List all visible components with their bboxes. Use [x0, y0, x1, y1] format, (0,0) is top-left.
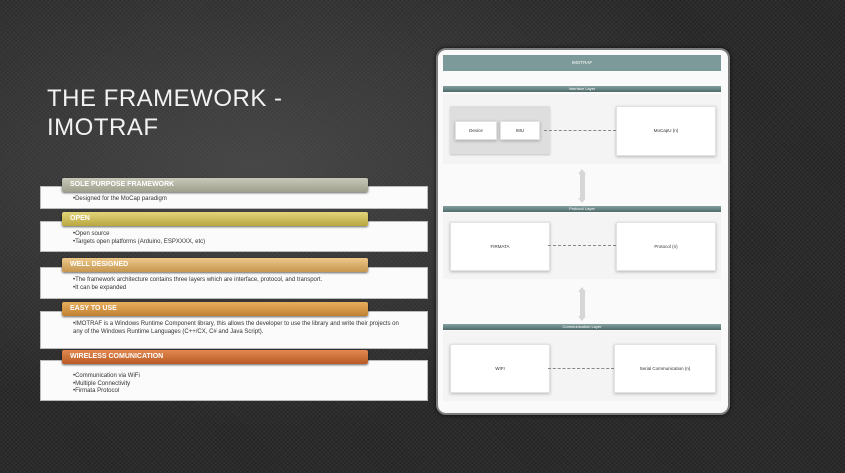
bullet: •Targets open platforms (Arduino, ESPXXX…	[73, 238, 206, 245]
bullet: •Open source	[73, 231, 110, 237]
bullet: •It can be expanded	[73, 284, 127, 291]
serial-communication-box: Serial Communication (n)	[614, 344, 716, 393]
section-header: OPEN	[62, 212, 368, 226]
imu-box: IMU	[500, 121, 540, 140]
slide-title: THE FRAMEWORK - IMOTRAF	[47, 84, 377, 142]
section-body: •IMOTRAF is a Windows Runtime Component …	[40, 311, 428, 349]
up-down-arrow-icon	[578, 287, 586, 321]
slide-title-line-1: THE FRAMEWORK -	[47, 85, 283, 112]
protocol-layer-label: Protocol Layer	[443, 206, 721, 212]
bullet: •Designed for the MoCap paradigm	[73, 196, 167, 202]
connector-line	[548, 368, 614, 369]
bullet: •The framework architecture contains thr…	[73, 277, 323, 283]
section-header: SOLE PURPOSE FRAMEWORK	[62, 178, 368, 192]
connector-line	[548, 245, 616, 246]
section-open: •Open source •Targets open platforms (Ar…	[40, 212, 428, 252]
section-header: WIRELESS COMUNICATION	[62, 350, 368, 364]
slide-title-line-2: IMOTRAF	[47, 114, 159, 141]
diagram-title: IMOTRAF	[443, 55, 721, 71]
section-sole-purpose: •Designed for the MoCap paradigm SOLE PU…	[40, 178, 428, 210]
bullet: •Communication via WiFi	[73, 373, 140, 379]
communication-layer-label: Communication Layer	[443, 324, 721, 330]
section-wireless: •Communication via WiFi •Multiple Connec…	[40, 350, 428, 402]
bullet: •Firmata Protocol	[73, 388, 120, 395]
bullet: •Multiple Connectivity	[73, 380, 131, 387]
wifi-box: WIFI	[450, 344, 550, 393]
up-down-arrow-icon	[578, 169, 586, 203]
section-easy-to-use: •IMOTRAF is a Windows Runtime Component …	[40, 302, 428, 349]
protocol-box: Protocol (n)	[616, 222, 716, 271]
connector-line	[544, 130, 616, 131]
architecture-diagram: IMOTRAF Interface Layer Device IMU MoCap…	[436, 48, 730, 415]
section-header: EASY TO USE	[62, 302, 368, 316]
device-box: Device	[455, 121, 497, 140]
mocap-box: MoCapU (n)	[616, 106, 716, 156]
interface-layer-label: Interface Layer	[443, 86, 721, 92]
section-body: •Communication via WiFi •Multiple Connec…	[40, 360, 428, 401]
section-header: WELL DESIGNED	[62, 258, 368, 272]
bullet: •IMOTRAF is a Windows Runtime Component …	[73, 321, 401, 335]
section-well-designed: •The framework architecture contains thr…	[40, 258, 428, 299]
firmata-box: FIRMATA	[450, 222, 550, 271]
